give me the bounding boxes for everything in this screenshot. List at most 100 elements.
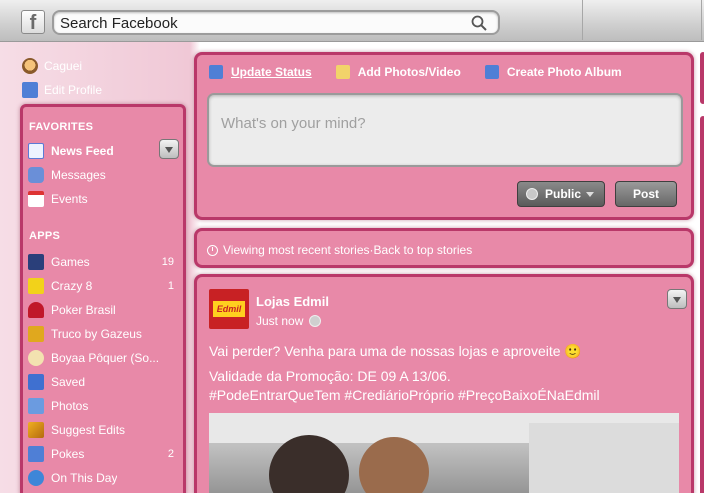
pokes-icon <box>28 446 44 462</box>
photo-person <box>359 437 429 493</box>
privacy-selector-button[interactable]: Public <box>517 181 605 207</box>
viewing-recent-text: Viewing most recent stories <box>223 243 370 257</box>
tab-label: Update Status <box>231 65 312 79</box>
poker-icon <box>28 302 44 318</box>
sidebar-item-events[interactable]: Events <box>28 188 178 210</box>
right-panel-edge <box>700 52 704 104</box>
sidebar-item-crazy-8[interactable]: Crazy 8 1 <box>28 275 178 297</box>
profile-link[interactable]: Caguei <box>22 54 182 78</box>
story-photo[interactable] <box>209 413 679 493</box>
feed-sort-notice: Viewing most recent stories · Back to to… <box>194 228 694 268</box>
photo-person <box>269 435 349 493</box>
count-badge: 1 <box>167 280 174 292</box>
messages-icon <box>28 167 44 183</box>
sidebar-item-label: Events <box>51 192 88 206</box>
globe-icon <box>526 188 538 200</box>
favorites-heading: FAVORITES <box>29 121 94 133</box>
feed-story: Edmil Lojas Edmil Just now Vai perder? V… <box>194 274 694 493</box>
sidebar-item-label: Messages <box>51 168 106 182</box>
avatar-logo-text: Edmil <box>213 301 245 317</box>
sidebar-item-on-this-day[interactable]: On This Day <box>28 467 178 489</box>
crazy8-icon <box>28 278 44 294</box>
top-bar: f <box>0 0 704 42</box>
count-badge: 19 <box>161 256 174 268</box>
clock-icon <box>207 244 218 256</box>
feed-sort-row: Viewing most recent stories · Back to to… <box>207 243 472 257</box>
facebook-logo-icon[interactable]: f <box>21 10 45 34</box>
topbar-divider <box>582 0 583 40</box>
tab-add-photos-video[interactable]: Add Photos/Video <box>335 65 461 79</box>
games-icon <box>28 254 44 270</box>
sidebar-item-pokes[interactable]: Pokes 2 <box>28 443 178 465</box>
sidebar-item-label: Poker Brasil <box>51 303 116 317</box>
boyaa-icon <box>28 350 44 366</box>
status-composer: Update Status Add Photos/Video Create Ph… <box>194 52 694 220</box>
sidebar-item-label: Suggest Edits <box>51 423 126 437</box>
sidebar-item-label: Photos <box>51 399 89 413</box>
story-line: Vai perder? Venha para uma de nossas loj… <box>209 343 582 359</box>
sidebar-profile: Caguei Edit Profile <box>22 54 182 102</box>
sidebar-item-messages[interactable]: Messages <box>28 164 178 186</box>
status-input-box[interactable] <box>207 93 683 167</box>
profile-name: Caguei <box>44 59 83 73</box>
suggest-edits-icon <box>28 422 44 438</box>
sidebar-item-games[interactable]: Games 19 <box>28 251 178 273</box>
count-badge: 2 <box>167 448 174 460</box>
profile-avatar-icon <box>22 58 38 74</box>
sidebar-item-label: Saved <box>51 375 86 389</box>
sidebar-nav: FAVORITES News Feed Messages Events APPS… <box>20 104 186 493</box>
search-box[interactable] <box>52 10 500 35</box>
sidebar-item-poker-brasil[interactable]: Poker Brasil <box>28 299 178 321</box>
sidebar-item-label: Games <box>51 255 90 269</box>
back-to-top-stories-link[interactable]: Back to top stories <box>374 243 473 257</box>
photo-background <box>529 423 679 493</box>
sidebar-item-label: Crazy 8 <box>51 279 93 293</box>
status-input[interactable] <box>209 95 681 165</box>
privacy-label: Public <box>545 187 582 201</box>
sidebar-item-label: Pokes <box>51 447 85 461</box>
post-button[interactable]: Post <box>615 181 677 207</box>
chevron-down-icon[interactable] <box>159 139 179 159</box>
page-name-link[interactable]: Lojas Edmil <box>256 294 329 309</box>
search-input[interactable] <box>60 14 460 32</box>
right-panel-edge <box>700 116 704 493</box>
story-hashtags[interactable]: #PodeEntrarQueTem #CrediárioPróprio #Pre… <box>209 386 679 405</box>
edit-profile-link[interactable]: Edit Profile <box>22 78 182 102</box>
events-icon <box>28 191 44 207</box>
timestamp-link[interactable]: Just now <box>256 314 303 328</box>
sidebar-item-truco[interactable]: Truco by Gazeus <box>28 323 178 345</box>
sidebar-item-label: On This Day <box>51 471 118 485</box>
page-avatar[interactable]: Edmil <box>209 289 249 329</box>
sidebar-item-saved[interactable]: Saved <box>28 371 178 393</box>
story-line: Validade da Promoção: DE 09 A 13/06. <box>209 368 451 384</box>
photos-icon <box>28 398 44 414</box>
apps-heading: APPS <box>29 230 61 242</box>
tab-label: Create Photo Album <box>506 65 622 79</box>
composer-tabs: Update Status Add Photos/Video Create Ph… <box>209 65 622 79</box>
topbar-divider <box>701 0 702 40</box>
chevron-down-icon[interactable] <box>667 289 687 309</box>
album-icon <box>484 65 499 79</box>
truco-icon <box>28 326 44 342</box>
sidebar-item-label: News Feed <box>51 144 114 158</box>
saved-icon <box>28 374 44 390</box>
sidebar-item-photos[interactable]: Photos <box>28 395 178 417</box>
sidebar-item-news-feed[interactable]: News Feed <box>28 140 178 162</box>
story-timestamp: Just now <box>256 314 322 328</box>
tab-label: Add Photos/Video <box>357 65 461 79</box>
pencil-icon <box>209 65 223 79</box>
tab-update-status[interactable]: Update Status <box>209 65 312 79</box>
edit-profile-label: Edit Profile <box>44 83 103 97</box>
news-feed-icon <box>28 143 44 159</box>
sidebar-item-boyaa[interactable]: Boyaa Pôquer (So... <box>28 347 178 369</box>
search-icon[interactable] <box>470 14 488 32</box>
globe-icon <box>309 315 322 327</box>
sidebar-item-suggest-edits[interactable]: Suggest Edits <box>28 419 178 441</box>
on-this-day-icon <box>28 470 44 486</box>
photo-icon <box>335 65 350 79</box>
chevron-down-icon <box>586 191 595 197</box>
story-text: Vai perder? Venha para uma de nossas loj… <box>209 342 679 411</box>
tab-create-photo-album[interactable]: Create Photo Album <box>484 65 622 79</box>
sidebar-item-label: Truco by Gazeus <box>51 327 142 341</box>
sidebar-item-label: Boyaa Pôquer (So... <box>51 351 160 365</box>
